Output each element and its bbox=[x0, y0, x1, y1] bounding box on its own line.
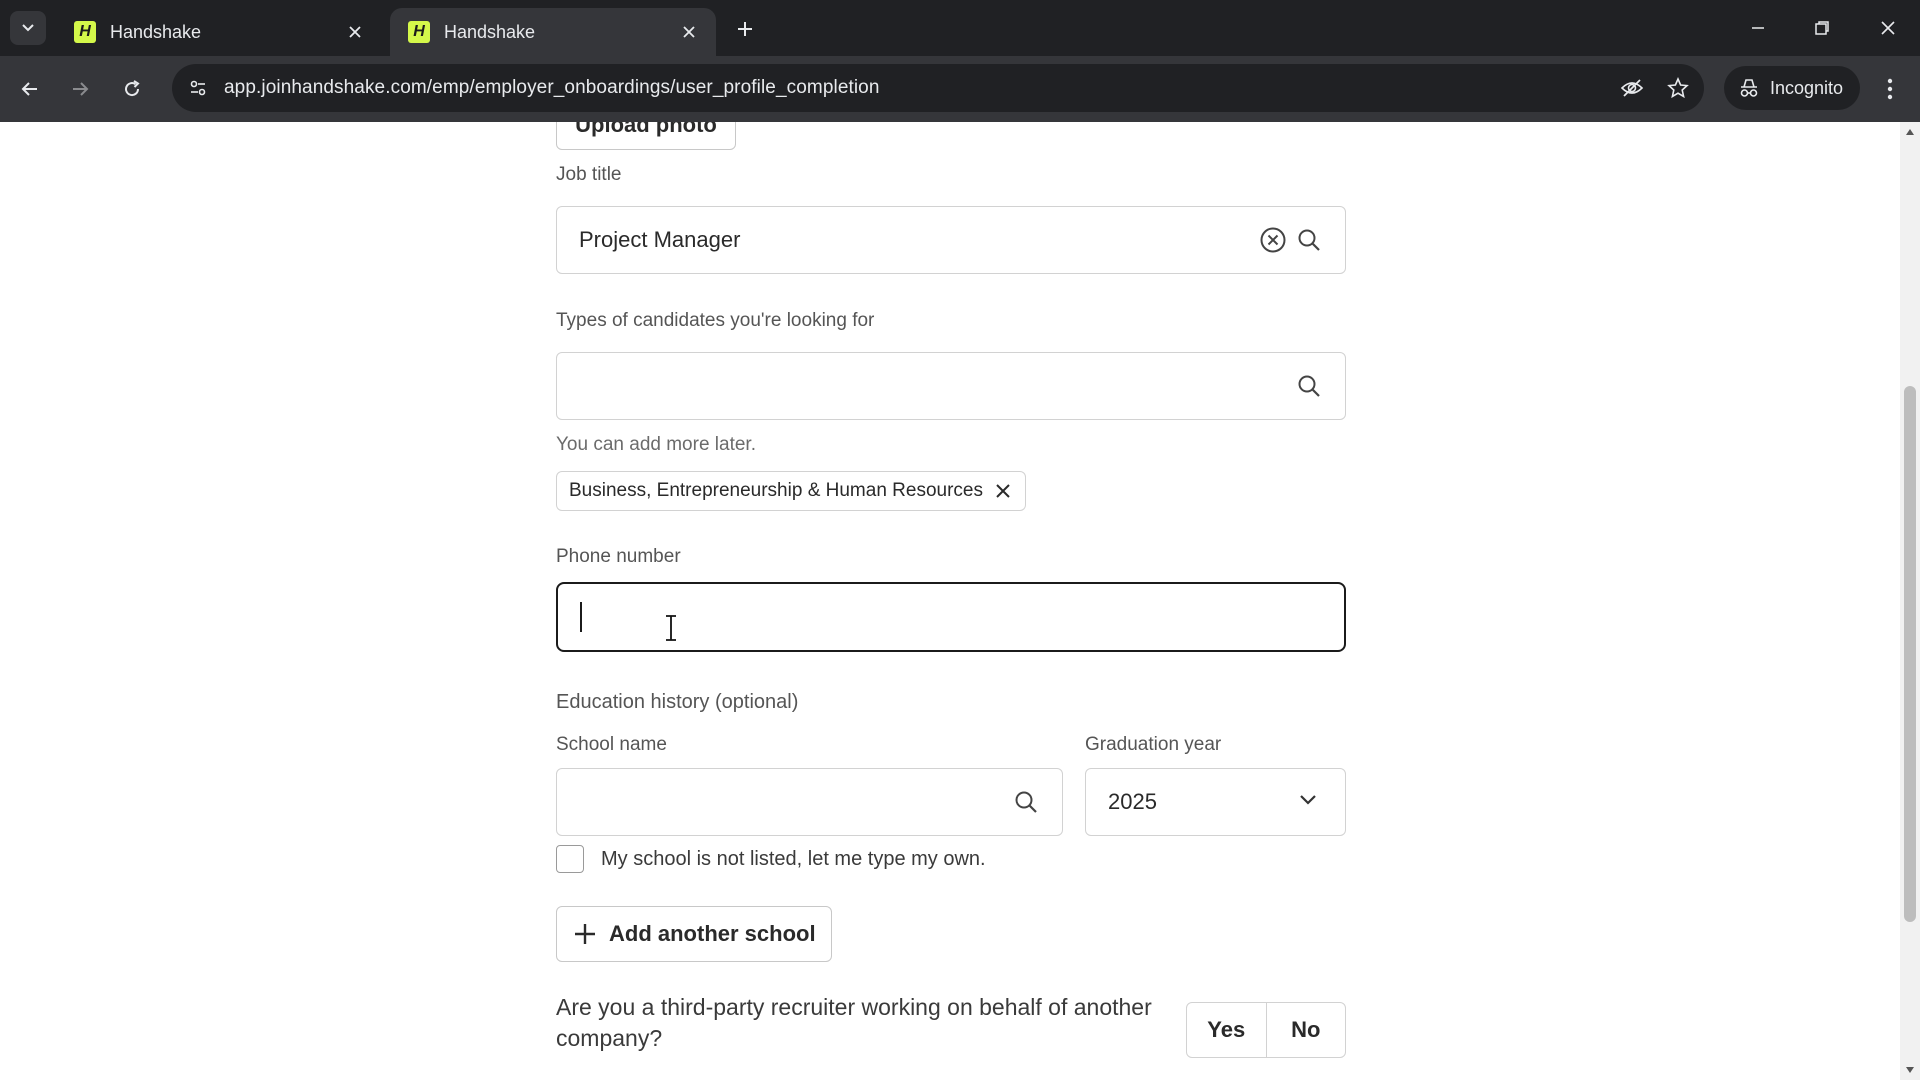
forward-button[interactable] bbox=[62, 71, 98, 107]
candidate-type-chip: Business, Entrepreneurship & Human Resou… bbox=[556, 471, 1026, 511]
ibeam-cursor-icon bbox=[666, 615, 676, 641]
close-window-button[interactable] bbox=[1866, 10, 1910, 46]
incognito-badge[interactable]: Incognito bbox=[1724, 66, 1860, 110]
handshake-logo-icon: H bbox=[408, 21, 430, 43]
no-button[interactable]: No bbox=[1265, 1003, 1346, 1057]
close-icon[interactable] bbox=[678, 21, 700, 43]
close-icon[interactable] bbox=[344, 21, 366, 43]
job-title-label: Job title bbox=[556, 164, 622, 185]
arrow-left-icon bbox=[21, 82, 37, 96]
graduation-year-label: Graduation year bbox=[1085, 734, 1222, 755]
reload-icon bbox=[125, 80, 140, 97]
clear-circle-icon[interactable] bbox=[1259, 226, 1287, 254]
school-name-label: School name bbox=[556, 734, 667, 755]
plus-icon bbox=[738, 22, 752, 36]
arrow-right-icon bbox=[73, 82, 89, 96]
incognito-label: Incognito bbox=[1770, 77, 1844, 98]
candidate-types-label: Types of candidates you're looking for bbox=[556, 310, 875, 331]
page-scrollbar[interactable] bbox=[1900, 122, 1920, 1080]
job-title-input[interactable]: Project Manager bbox=[556, 206, 1346, 274]
text-caret bbox=[580, 602, 582, 632]
third-party-recruiter-toggle: Yes No bbox=[1186, 1002, 1346, 1058]
education-section-label: Education history (optional) bbox=[556, 691, 799, 713]
new-tab-button[interactable] bbox=[730, 14, 760, 44]
plus-icon bbox=[575, 924, 595, 944]
school-not-listed-row: My school is not listed, let me type my … bbox=[556, 845, 986, 873]
tab-title: Handshake bbox=[110, 21, 202, 42]
address-bar[interactable]: app.joinhandshake.com/emp/employer_onboa… bbox=[172, 64, 1704, 112]
tab-strip: H Handshake H Handshake bbox=[0, 0, 1920, 56]
tab-search-button[interactable] bbox=[10, 11, 46, 45]
minimize-icon bbox=[1752, 27, 1764, 29]
chip-label: Business, Entrepreneurship & Human Resou… bbox=[569, 480, 983, 501]
scroll-up-arrow-icon[interactable] bbox=[1904, 126, 1916, 138]
browser-toolbar: app.joinhandshake.com/emp/employer_onboa… bbox=[0, 56, 1920, 122]
tab-title: Handshake bbox=[444, 21, 536, 42]
scroll-down-arrow-icon[interactable] bbox=[1904, 1064, 1916, 1076]
school-name-input[interactable] bbox=[556, 768, 1063, 836]
phone-number-input[interactable] bbox=[556, 582, 1346, 652]
school-not-listed-label[interactable]: My school is not listed, let me type my … bbox=[601, 848, 986, 871]
page-viewport: Upload photo Job title Project Manager T… bbox=[0, 122, 1920, 1080]
minimize-button[interactable] bbox=[1736, 10, 1780, 46]
add-another-school-button[interactable]: Add another school bbox=[556, 906, 832, 962]
yes-button[interactable]: Yes bbox=[1187, 1003, 1266, 1057]
more-vertical-icon bbox=[1887, 78, 1893, 100]
incognito-icon bbox=[1740, 79, 1758, 97]
back-button[interactable] bbox=[12, 71, 48, 107]
bookmark-star-icon[interactable] bbox=[1658, 68, 1698, 108]
phone-number-label: Phone number bbox=[556, 546, 681, 567]
handshake-logo-icon: H bbox=[74, 21, 96, 43]
reload-button[interactable] bbox=[114, 71, 150, 107]
search-icon[interactable] bbox=[1014, 790, 1038, 814]
search-icon[interactable] bbox=[1297, 228, 1321, 252]
graduation-year-value: 2025 bbox=[1108, 789, 1157, 814]
site-info-icon[interactable] bbox=[178, 68, 218, 108]
chevron-down-icon bbox=[1299, 793, 1317, 811]
close-icon bbox=[1881, 21, 1895, 35]
school-not-listed-checkbox[interactable] bbox=[556, 845, 584, 873]
upload-photo-button[interactable]: Upload photo bbox=[556, 122, 736, 150]
candidate-types-helper: You can add more later. bbox=[556, 434, 756, 455]
job-title-value: Project Manager bbox=[579, 227, 741, 252]
tab-handshake-2[interactable]: H Handshake bbox=[390, 8, 716, 56]
graduation-year-select[interactable]: 2025 bbox=[1085, 768, 1346, 836]
chevron-down-icon bbox=[22, 24, 34, 32]
restore-icon bbox=[1815, 21, 1829, 35]
third-party-recruiter-question: Are you a third-party recruiter working … bbox=[556, 994, 1152, 1051]
tab-handshake-1[interactable]: H Handshake bbox=[56, 8, 382, 56]
search-icon[interactable] bbox=[1297, 374, 1321, 398]
browser-menu-button[interactable] bbox=[1872, 71, 1908, 107]
restore-button[interactable] bbox=[1800, 10, 1844, 46]
url-text[interactable]: app.joinhandshake.com/emp/employer_onboa… bbox=[224, 77, 1612, 99]
scrollbar-thumb[interactable] bbox=[1904, 386, 1916, 922]
remove-chip-icon[interactable] bbox=[995, 483, 1011, 499]
eye-off-icon[interactable] bbox=[1612, 68, 1652, 108]
add-another-school-label: Add another school bbox=[609, 921, 816, 946]
candidate-types-input[interactable] bbox=[556, 352, 1346, 420]
